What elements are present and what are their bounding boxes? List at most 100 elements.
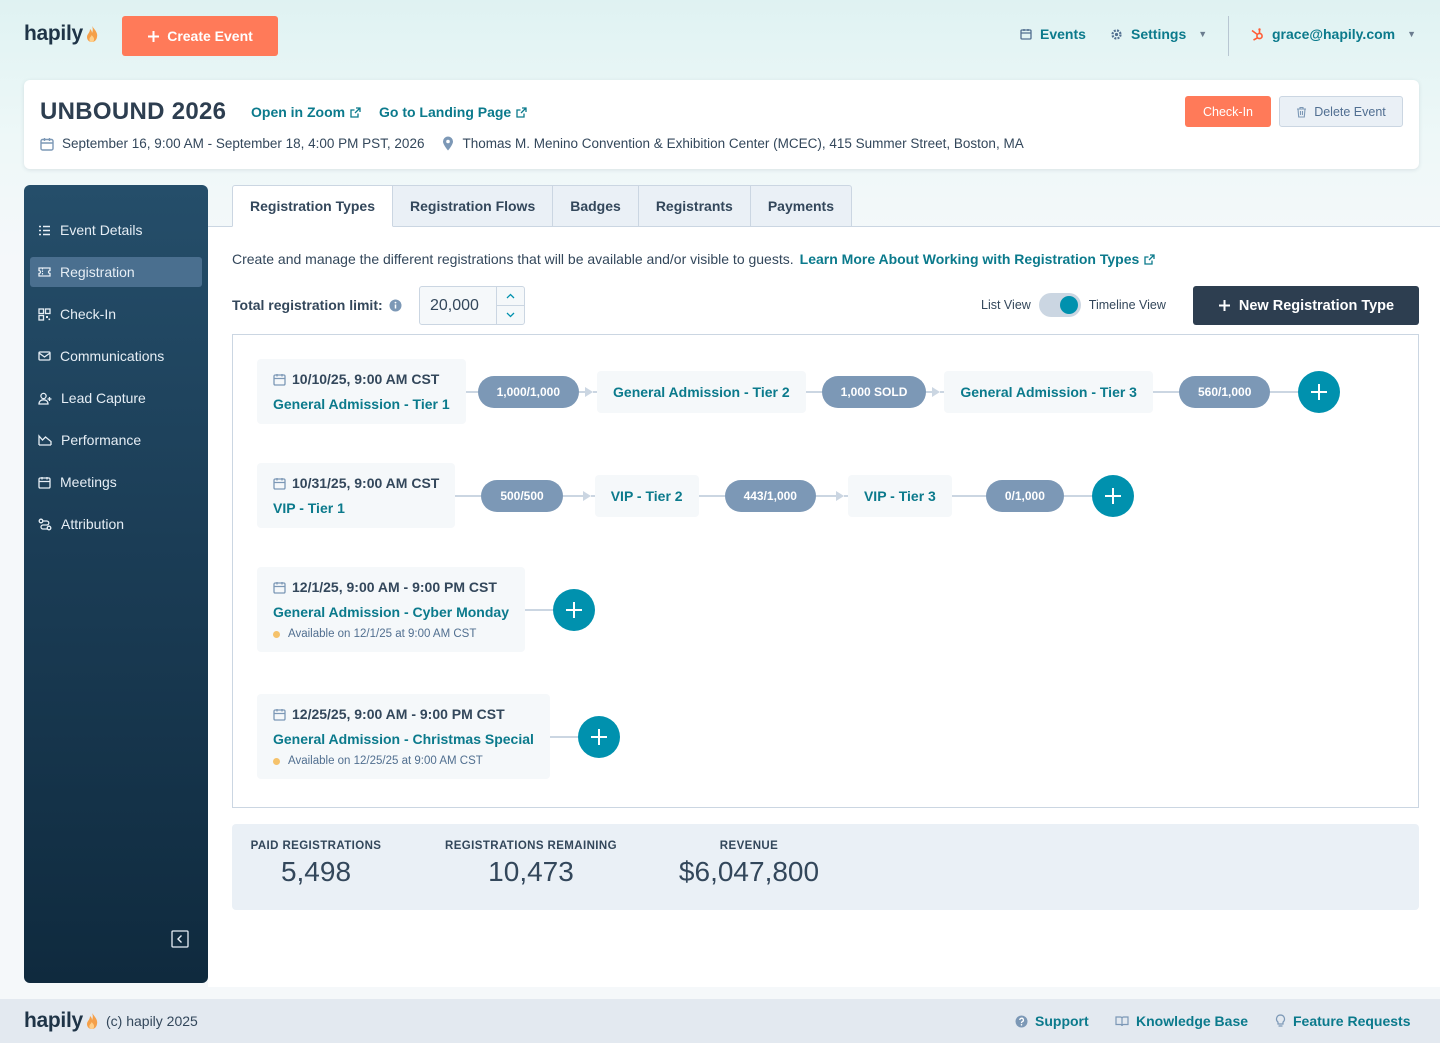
sidebar-item-attribution[interactable]: Attribution [30,509,202,539]
create-event-button[interactable]: Create Event [122,16,278,56]
description: Create and manage the different registra… [232,251,1155,267]
external-link-icon [350,106,361,118]
sidebar-item-label: Event Details [60,222,143,238]
connector [698,494,725,497]
help-icon [1015,1015,1028,1027]
view-switch[interactable] [1038,293,1081,317]
sidebar-item-performance[interactable]: Performance [30,425,202,455]
timeline-row: 10/31/25, 9:00 AM CST VIP - Tier 1 500/5… [257,463,1134,528]
add-tier-button[interactable] [1298,370,1341,413]
landing-page-label: Go to Landing Page [379,104,512,120]
logo-text: hapily [24,22,83,45]
calendar-icon [1020,29,1032,40]
registration-date-text: 12/1/25, 9:00 AM - 9:00 PM CST [292,579,497,595]
gear-icon [1111,28,1122,40]
registration-date: 12/25/25, 9:00 AM - 9:00 PM CST [273,706,534,722]
learn-more-label: Learn More About Working with Registrati… [799,251,1140,267]
footer: hapily (c) hapily 2025 Support Knowledge… [0,999,1440,1043]
feature-requests-link[interactable]: Feature Requests [1275,1013,1410,1029]
increment-button[interactable] [497,287,524,306]
registration-limit-input [419,286,525,325]
registration-type-link[interactable]: General Admission - Cyber Monday [273,604,509,620]
tab-registration-types[interactable]: Registration Types [232,185,393,227]
sidebar-item-meetings[interactable]: Meetings [30,467,202,497]
registration-date-text: 10/31/25, 9:00 AM CST [292,475,440,491]
switch-knob [1059,296,1078,314]
events-link[interactable]: Events [1020,26,1086,42]
status-dot [273,757,280,765]
delete-event-label: Delete Event [1314,104,1386,119]
registration-type-link[interactable]: VIP - Tier 1 [273,500,439,516]
connector [1152,390,1179,393]
feature-requests-label: Feature Requests [1293,1013,1411,1029]
registration-type-link[interactable]: General Admission - Tier 3 [944,370,1153,413]
learn-more-link[interactable]: Learn More About Working with Registrati… [800,251,1156,267]
knowledge-base-label: Knowledge Base [1136,1013,1249,1029]
add-tier-button[interactable] [1091,474,1134,517]
plus-icon [565,601,582,618]
account-menu[interactable]: grace@hapily.com ▼ [1250,26,1416,42]
sidebar-item-event-details[interactable]: Event Details [30,215,202,245]
calendar-icon [273,477,286,490]
registration-card: 12/25/25, 9:00 AM - 9:00 PM CST General … [257,694,550,779]
stat-value: $6,047,800 [678,856,820,887]
registration-card: 12/1/25, 9:00 AM - 9:00 PM CST General A… [257,567,525,652]
add-tier-button[interactable] [552,588,595,631]
limit-label-text: Total registration limit: [232,297,383,313]
connector [815,494,836,497]
tab-badges[interactable]: Badges [552,185,639,227]
support-link[interactable]: Support [1015,1013,1089,1029]
check-in-button[interactable]: Check-In [1185,96,1271,127]
tab-registrants[interactable]: Registrants [637,185,751,227]
delete-event-button[interactable]: Delete Event [1279,96,1403,127]
registration-type-link[interactable]: General Admission - Tier 1 [273,396,450,412]
stat-value: 10,473 [488,856,574,887]
stats-panel: PAID REGISTRATIONS 5,498 REGISTRATIONS R… [232,824,1419,910]
location-pin-icon [443,136,454,151]
new-registration-type-button[interactable]: New Registration Type [1193,286,1419,325]
sidebar-item-communications[interactable]: Communications [30,341,202,371]
registration-limit-field[interactable] [420,287,496,324]
event-meta: September 16, 9:00 AM - September 18, 4:… [40,136,1024,151]
decrement-button[interactable] [497,306,524,324]
view-toggle: List View Timeline View [981,293,1166,317]
event-header-card: UNBOUND 2026 Open in Zoom Go to Landing … [24,80,1419,169]
landing-page-link[interactable]: Go to Landing Page [379,104,527,120]
external-link-icon [516,106,527,118]
availability-note: Available on 12/25/25 at 9:00 AM CST [273,755,534,767]
lightbulb-icon [1275,1014,1286,1027]
add-tier-button[interactable] [577,715,620,758]
sidebar-item-check-in[interactable]: Check-In [30,299,202,329]
sidebar-item-registration[interactable]: Registration [30,257,202,287]
events-label: Events [1040,26,1086,42]
tab-bar: Registration Types Registration Flows Ba… [232,185,852,227]
sidebar-item-lead-capture[interactable]: Lead Capture [30,383,202,413]
calendar-icon [40,137,54,151]
info-icon[interactable] [389,299,402,312]
divider [1228,16,1229,56]
attribution-icon [38,518,52,530]
registration-type-link[interactable]: General Admission - Christmas Special [273,731,534,747]
tab-registration-flows[interactable]: Registration Flows [392,185,554,227]
hapily-logo: hapily [24,1009,99,1033]
registration-type-link[interactable]: VIP - Tier 2 [594,474,699,517]
arrow-icon [582,490,591,501]
registration-date-text: 10/10/25, 9:00 AM CST [292,371,440,387]
revenue-stat: REVENUE $6,047,800 [668,840,830,888]
arrow-icon [585,386,594,397]
registration-type-link[interactable]: General Admission - Tier 2 [597,370,806,413]
registration-type-link[interactable]: VIP - Tier 3 [847,474,952,517]
hapily-logo[interactable]: hapily [24,22,99,46]
list-view-label: List View [981,298,1031,312]
collapse-sidebar-icon[interactable] [171,930,189,948]
capacity-pill: 560/1,000 [1178,375,1271,408]
calendar-icon [273,373,286,386]
top-bar: hapily Create Event Events Settings ▼ gr… [0,0,1440,72]
open-in-zoom-link[interactable]: Open in Zoom [251,104,361,120]
connector [455,494,482,497]
tab-payments[interactable]: Payments [749,185,852,227]
connector [549,735,578,738]
settings-menu[interactable]: Settings ▼ [1110,26,1207,42]
knowledge-base-link[interactable]: Knowledge Base [1115,1013,1248,1029]
limit-stepper [496,287,524,324]
